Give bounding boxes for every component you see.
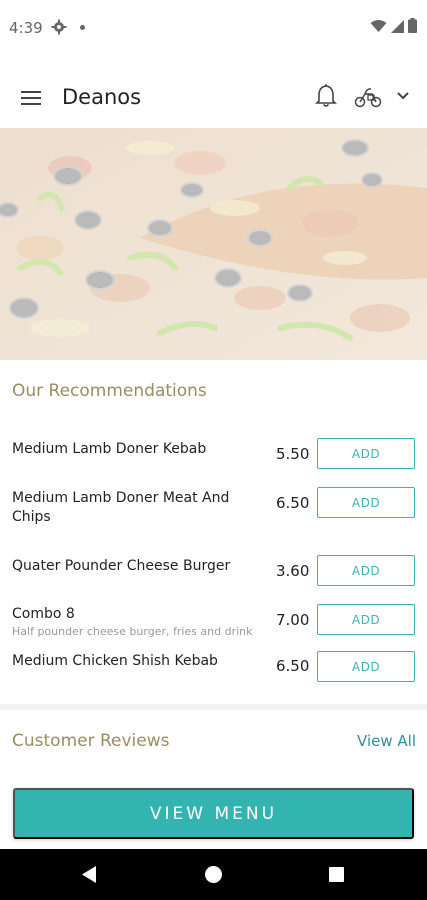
add-button[interactable]: ADD [317, 604, 415, 635]
section-divider [0, 704, 427, 710]
item-name: Medium Chicken Shish Kebab [12, 653, 218, 669]
view-menu-button[interactable]: VIEW MENU [13, 788, 414, 839]
wifi-icon [370, 19, 387, 32]
bell-icon[interactable] [315, 84, 337, 108]
add-button[interactable]: ADD [317, 555, 415, 586]
back-icon[interactable] [80, 865, 98, 884]
item-name: Medium Lamb Doner Kebab [12, 441, 207, 457]
delivery-bike-icon[interactable] [354, 86, 382, 108]
recommendations-title: Our Recommendations [12, 381, 207, 401]
menu-icon[interactable] [21, 90, 41, 106]
item-name: Medium Lamb Doner Meat And Chips [12, 490, 230, 525]
item-price: 5.50 [276, 445, 310, 463]
chevron-down-icon[interactable] [396, 91, 410, 101]
app-title: Deanos [62, 85, 142, 109]
item-price: 3.60 [276, 562, 310, 580]
status-bar: 4:39 [0, 0, 427, 56]
status-time: 4:39 [9, 19, 43, 37]
signal-icon [391, 19, 404, 33]
gear-icon [51, 19, 67, 35]
view-all-link[interactable]: View All [357, 732, 416, 750]
reviews-title: Customer Reviews [12, 731, 170, 751]
app-bar: Deanos [0, 70, 427, 126]
item-price: 6.50 [276, 494, 310, 512]
recents-icon[interactable] [329, 867, 344, 882]
notification-dot-icon [80, 25, 85, 30]
item-name: Combo 8 [12, 606, 75, 622]
status-icons [370, 18, 417, 33]
add-button[interactable]: ADD [317, 487, 415, 518]
pizza-photo [0, 128, 427, 360]
item-description: Half pounder cheese burger, fries and dr… [12, 625, 253, 638]
add-button[interactable]: ADD [317, 651, 415, 682]
hero-image [0, 128, 427, 360]
system-nav-bar [0, 849, 427, 900]
battery-icon [408, 18, 417, 33]
add-button[interactable]: ADD [317, 438, 415, 469]
home-icon[interactable] [205, 866, 222, 883]
item-price: 6.50 [276, 657, 310, 675]
item-price: 7.00 [276, 611, 310, 629]
item-name: Quater Pounder Cheese Burger [12, 558, 231, 574]
